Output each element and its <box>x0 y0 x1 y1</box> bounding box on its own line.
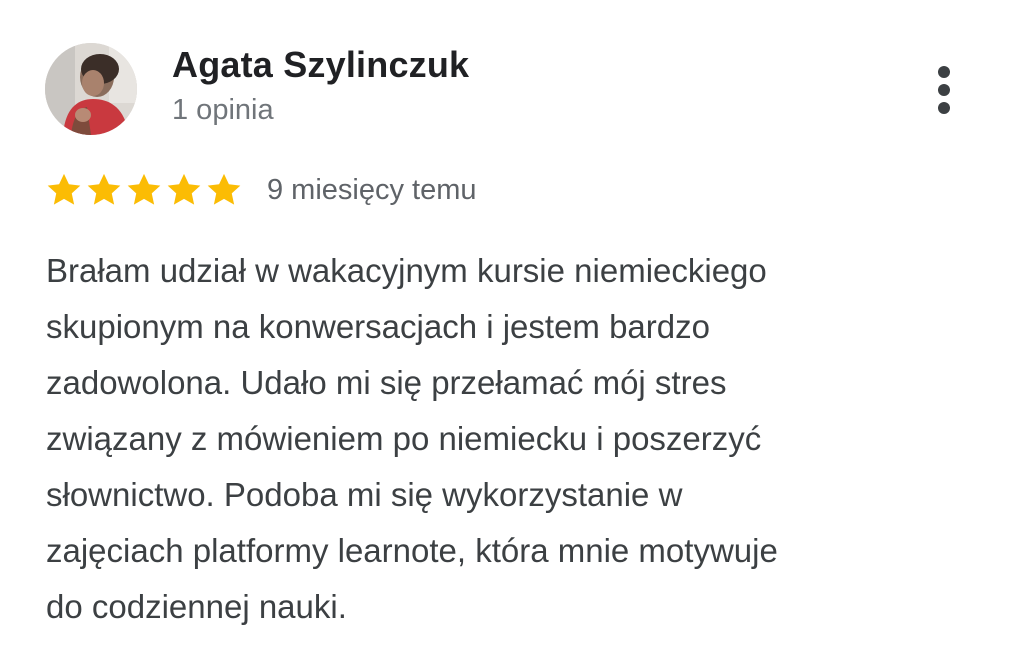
review-text-line: zadowolona. Udało mi się przełamać mój s… <box>46 364 727 401</box>
author-review-count: 1 opinia <box>172 94 274 126</box>
review-card: Agata Szylinczuk 1 opinia 9 miesięcy tem… <box>0 0 1024 653</box>
review-text-line: Brałam udział w wakacyjnym kursie niemie… <box>46 252 767 289</box>
review-text-line: skupionym na konwersacjach i jestem bard… <box>46 308 710 345</box>
star-icon <box>47 173 81 205</box>
more-options-button[interactable] <box>922 62 966 118</box>
review-date: 9 miesięcy temu <box>267 173 477 206</box>
more-vertical-icon <box>938 66 950 114</box>
review-text-line: słownictwo. Podoba mi się wykorzystanie … <box>46 476 683 513</box>
rating-row: 9 miesięcy temu <box>45 168 477 212</box>
user-photo-avatar <box>45 43 137 135</box>
review-text-line: zajęciach platformy learnote, która mnie… <box>46 532 778 569</box>
star-icon <box>87 173 121 205</box>
review-text-line: do codziennej nauki. <box>46 588 347 625</box>
author-name[interactable]: Agata Szylinczuk <box>172 44 469 86</box>
review-text-line: związany z mówieniem po niemiecku i posz… <box>46 420 762 457</box>
star-icon <box>207 173 241 205</box>
star-icon <box>167 173 201 205</box>
author-avatar[interactable] <box>45 43 137 135</box>
star-icon <box>127 173 161 205</box>
star-rating <box>45 171 243 209</box>
review-text: Brałam udział w wakacyjnym kursie niemie… <box>46 243 996 635</box>
